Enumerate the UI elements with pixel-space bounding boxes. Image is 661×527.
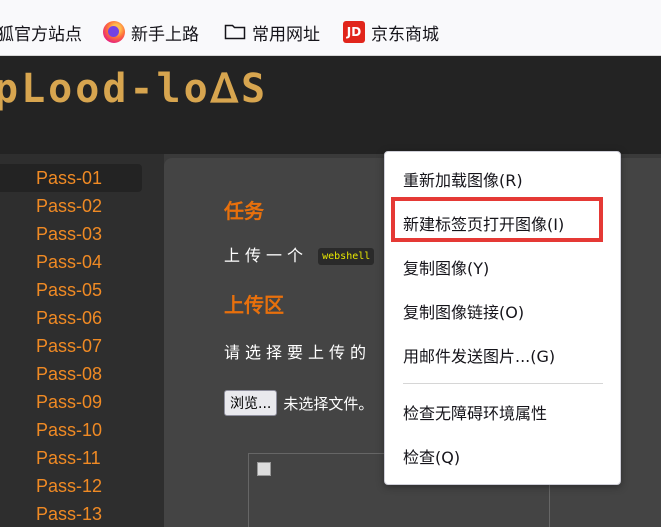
task-heading: 任务 xyxy=(224,199,264,223)
bookmark-label: 京东商城 xyxy=(371,24,439,45)
menu-item-reload-image[interactable]: 重新加载图像(R) xyxy=(403,169,523,193)
bookmark-label: 常用网址 xyxy=(252,24,320,45)
sidebar-item-pass-09[interactable]: Pass-09 xyxy=(0,388,142,416)
sidebar-item-pass-07[interactable]: Pass-07 xyxy=(0,332,142,360)
no-file-label: 未选择文件。 xyxy=(283,394,374,413)
broken-image-icon xyxy=(257,462,271,476)
menu-separator xyxy=(403,383,603,384)
sidebar-item-pass-10[interactable]: Pass-10 xyxy=(0,416,142,444)
file-input[interactable]: 浏览... 未选择文件。 xyxy=(224,390,373,416)
highlight-box xyxy=(391,197,603,242)
bookmark-label: 狐官方站点 xyxy=(0,24,82,45)
site-header: pLood-loᐃS xyxy=(0,56,661,154)
upload-description: 请选择要上传的 xyxy=(224,343,372,362)
sidebar-item-pass-08[interactable]: Pass-08 xyxy=(0,360,142,388)
menu-item-copy-image[interactable]: 复制图像(Y) xyxy=(403,257,489,281)
task-text: 上传一个 xyxy=(224,246,309,265)
bookmark-official-sites[interactable]: 狐官方站点 xyxy=(0,19,82,45)
site-logo: pLood-loᐃS xyxy=(0,66,269,112)
bookmarks-toolbar: 狐官方站点 新手上路 常用网址 JD 京东商城 xyxy=(0,0,661,56)
sidebar-item-pass-06[interactable]: Pass-06 xyxy=(0,304,142,332)
bookmark-getting-started[interactable]: 新手上路 xyxy=(103,19,199,45)
menu-item-copy-image-link[interactable]: 复制图像链接(O) xyxy=(403,301,524,325)
sidebar-item-pass-02[interactable]: Pass-02 xyxy=(0,192,142,220)
sidebar-item-pass-03[interactable]: Pass-03 xyxy=(0,220,142,248)
sidebar-item-pass-12[interactable]: Pass-12 xyxy=(0,472,142,500)
bookmark-jd-mall[interactable]: JD 京东商城 xyxy=(343,19,439,45)
context-menu: 重新加载图像(R) 新建标签页打开图像(I) 复制图像(Y) 复制图像链接(O)… xyxy=(384,151,621,485)
sidebar-item-pass-01[interactable]: Pass-01 xyxy=(0,164,142,192)
menu-item-inspect-accessibility[interactable]: 检查无障碍环境属性 xyxy=(403,402,547,426)
upload-heading: 上传区 xyxy=(224,293,284,317)
jd-icon: JD xyxy=(343,21,365,43)
sidebar-item-pass-04[interactable]: Pass-04 xyxy=(0,248,142,276)
sidebar-item-pass-05[interactable]: Pass-05 xyxy=(0,276,142,304)
menu-item-email-image[interactable]: 用邮件发送图片...(G) xyxy=(403,345,555,369)
task-description: 上传一个 webshell xyxy=(224,242,375,266)
sidebar-item-pass-11[interactable]: Pass-11 xyxy=(0,444,142,472)
folder-icon xyxy=(224,22,246,44)
webshell-code: webshell xyxy=(318,248,375,265)
firefox-icon xyxy=(103,21,125,43)
bookmark-common-sites[interactable]: 常用网址 xyxy=(224,19,320,45)
sidebar-item-pass-13[interactable]: Pass-13 xyxy=(0,500,142,527)
bookmark-label: 新手上路 xyxy=(131,24,199,45)
browse-button[interactable]: 浏览... xyxy=(224,390,278,416)
menu-item-inspect[interactable]: 检查(Q) xyxy=(403,446,460,470)
sidebar: Pass-01 Pass-02 Pass-03 Pass-04 Pass-05 … xyxy=(0,154,164,527)
